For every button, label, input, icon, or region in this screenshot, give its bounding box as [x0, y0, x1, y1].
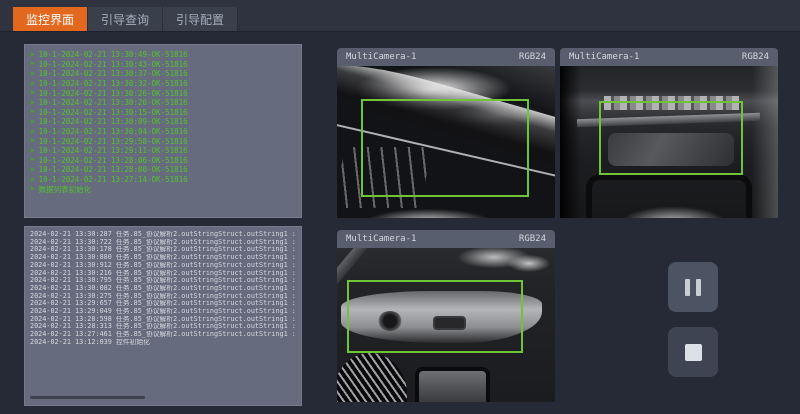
- result-list-item[interactable]: ▶ 数据列表初始化: [31, 184, 295, 194]
- result-list-item-label: 10-1-2024-02-21 13:30:32-OK-51816: [39, 79, 188, 88]
- result-list-item[interactable]: ▶ 10-1-2024-02-21 13:30:09-OK-51816: [31, 117, 295, 127]
- stop-icon: [685, 344, 702, 361]
- log-line: 2024-02-21 13:12:039 控件初始化: [30, 339, 296, 347]
- chevron-right-icon[interactable]: ▶: [31, 186, 35, 192]
- result-list-item-label: 10-1-2024-02-21 13:29:58-OK-51816: [39, 137, 188, 146]
- result-list-item[interactable]: ▶ 10-1-2024-02-21 13:30:37-OK-51816: [31, 69, 295, 79]
- result-list-item[interactable]: ▶ 10-1-2024-02-21 13:29:58-OK-51816: [31, 136, 295, 146]
- result-list-item-label: 10-1-2024-02-21 13:30:37-OK-51816: [39, 69, 188, 78]
- result-list-item[interactable]: ▶ 10-1-2024-02-21 13:30:15-OK-51816: [31, 108, 295, 118]
- camera-2-title: MultiCamera-1: [569, 52, 639, 62]
- camera-1-header: MultiCamera-1 RGB24: [337, 48, 555, 66]
- result-list-item-label: 10-1-2024-02-21 13:28:00-OK-51816: [39, 165, 188, 174]
- chevron-right-icon[interactable]: ▶: [31, 177, 35, 183]
- result-list-item-label: 10-1-2024-02-21 13:30:49-OK-51816: [39, 50, 188, 59]
- detection-box: [347, 280, 524, 352]
- chevron-right-icon[interactable]: ▶: [31, 90, 35, 96]
- chevron-right-icon[interactable]: ▶: [31, 148, 35, 154]
- log-line: 2024-02-21 13:30:287 任务.85_协议解析2.outStri…: [30, 231, 296, 239]
- result-list-item[interactable]: ▶ 10-1-2024-02-21 13:30:32-OK-51816: [31, 79, 295, 89]
- log-line: 2024-02-21 13:28:598 任务.85_协议解析2.outStri…: [30, 316, 296, 324]
- rear-window-shape: [415, 367, 489, 402]
- result-list-item[interactable]: ▶ 10-1-2024-02-21 13:29:11-OK-51816: [31, 146, 295, 156]
- camera-2-header: MultiCamera-1 RGB24: [560, 48, 778, 66]
- log-lines: 2024-02-21 13:30:287 任务.85_协议解析2.outStri…: [30, 231, 296, 347]
- log-line: 2024-02-21 13:29:657 任务.85_协议解析2.outStri…: [30, 300, 296, 308]
- camera-2-image[interactable]: [560, 66, 778, 218]
- log-line: 2024-02-21 13:30:795 任务.85_协议解析2.outStri…: [30, 277, 296, 285]
- result-list-item[interactable]: ▶ 10-1-2024-02-21 13:30:43-OK-51816: [31, 60, 295, 70]
- detection-box: [361, 99, 529, 196]
- camera-1-title: MultiCamera-1: [346, 52, 416, 62]
- log-line: 2024-02-21 13:30:912 任务.85_协议解析2.outStri…: [30, 262, 296, 270]
- horizontal-scrollbar-thumb[interactable]: [30, 396, 145, 399]
- log-panel[interactable]: 2024-02-21 13:30:287 任务.85_协议解析2.outStri…: [24, 226, 302, 406]
- tab-guide-config[interactable]: 引导配置: [163, 7, 238, 31]
- result-list-item-label: 10-1-2024-02-21 13:30:09-OK-51816: [39, 117, 188, 126]
- log-line: 2024-02-21 13:30:178 任务.85_协议解析2.outStri…: [30, 246, 296, 254]
- result-list-item[interactable]: ▶ 10-1-2024-02-21 13:28:00-OK-51816: [31, 165, 295, 175]
- chevron-right-icon[interactable]: ▶: [31, 61, 35, 67]
- result-list-item-label: 10-1-2024-02-21 13:30:26-OK-51816: [39, 89, 188, 98]
- camera-2-format-badge: RGB24: [742, 52, 769, 62]
- result-list-item-label: 10-1-2024-02-21 13:30:43-OK-51816: [39, 60, 188, 69]
- pause-icon: [685, 279, 701, 296]
- pause-button[interactable]: [668, 262, 718, 312]
- stop-button[interactable]: [668, 327, 718, 377]
- result-list-item[interactable]: ▶ 10-1-2024-02-21 13:30:26-OK-51816: [31, 88, 295, 98]
- camera-3-image[interactable]: [337, 248, 555, 402]
- chevron-right-icon[interactable]: ▶: [31, 100, 35, 106]
- camera-panel-3: MultiCamera-1 RGB24: [337, 230, 555, 402]
- log-line: 2024-02-21 13:30:216 任务.85_协议解析2.outStri…: [30, 270, 296, 278]
- chevron-right-icon[interactable]: ▶: [31, 157, 35, 163]
- tab-guide-query[interactable]: 引导查询: [88, 7, 163, 31]
- log-line: 2024-02-21 13:30:880 任务.85_协议解析2.outStri…: [30, 254, 296, 262]
- ribbed-hose-shape: [337, 353, 407, 402]
- camera-1-image[interactable]: [337, 66, 555, 218]
- camera-3-format-badge: RGB24: [519, 234, 546, 244]
- result-list-item[interactable]: ▶ 10-1-2024-02-21 13:30:20-OK-51816: [31, 98, 295, 108]
- result-list-item-label: 数据列表初始化: [39, 184, 92, 195]
- log-line: 2024-02-21 13:27:461 任务.85_协议解析2.outStri…: [30, 331, 296, 339]
- chevron-right-icon[interactable]: ▶: [31, 119, 35, 125]
- log-line: 2024-02-21 13:30:275 任务.85_协议解析2.outStri…: [30, 293, 296, 301]
- chevron-right-icon[interactable]: ▶: [31, 81, 35, 87]
- result-list-item-label: 10-1-2024-02-21 13:29:11-OK-51816: [39, 146, 188, 155]
- log-line: 2024-02-21 13:30:082 任务.85_协议解析2.outStri…: [30, 285, 296, 293]
- window-frame-shape: [586, 174, 752, 218]
- detection-box: [599, 101, 743, 175]
- chevron-right-icon[interactable]: ▶: [31, 109, 35, 115]
- chevron-right-icon[interactable]: ▶: [31, 138, 35, 144]
- camera-3-header: MultiCamera-1 RGB24: [337, 230, 555, 248]
- camera-panel-1: MultiCamera-1 RGB24: [337, 48, 555, 218]
- chevron-right-icon[interactable]: ▶: [31, 129, 35, 135]
- camera-panel-2: MultiCamera-1 RGB24: [560, 48, 778, 218]
- result-list-item[interactable]: ▶ 10-1-2024-02-21 13:30:49-OK-51816: [31, 50, 295, 60]
- result-list-item[interactable]: ▶ 10-1-2024-02-21 13:30:04-OK-51816: [31, 127, 295, 137]
- log-line: 2024-02-21 13:30:722 任务.85_协议解析2.outStri…: [30, 239, 296, 247]
- tab-bar: 监控界面 引导查询 引导配置: [0, 0, 800, 32]
- result-list-item-label: 10-1-2024-02-21 13:28:06-OK-51816: [39, 156, 188, 165]
- result-list-item[interactable]: ▶ 10-1-2024-02-21 13:28:06-OK-51816: [31, 156, 295, 166]
- chevron-right-icon[interactable]: ▶: [31, 52, 35, 58]
- tab-monitor[interactable]: 监控界面: [13, 7, 88, 31]
- chevron-right-icon[interactable]: ▶: [31, 71, 35, 77]
- result-list-item-label: 10-1-2024-02-21 13:30:15-OK-51816: [39, 108, 188, 117]
- log-line: 2024-02-21 13:28:313 任务.85_协议解析2.outStri…: [30, 323, 296, 331]
- camera-3-title: MultiCamera-1: [346, 234, 416, 244]
- result-list-item-label: 10-1-2024-02-21 13:30:20-OK-51816: [39, 98, 188, 107]
- camera-1-format-badge: RGB24: [519, 52, 546, 62]
- log-line: 2024-02-21 13:29:049 任务.85_协议解析2.outStri…: [30, 308, 296, 316]
- result-list-item-label: 10-1-2024-02-21 13:30:04-OK-51816: [39, 127, 188, 136]
- result-list-panel[interactable]: ▶ 10-1-2024-02-21 13:30:49-OK-51816 ▶ 10…: [24, 44, 302, 218]
- chevron-right-icon[interactable]: ▶: [31, 167, 35, 173]
